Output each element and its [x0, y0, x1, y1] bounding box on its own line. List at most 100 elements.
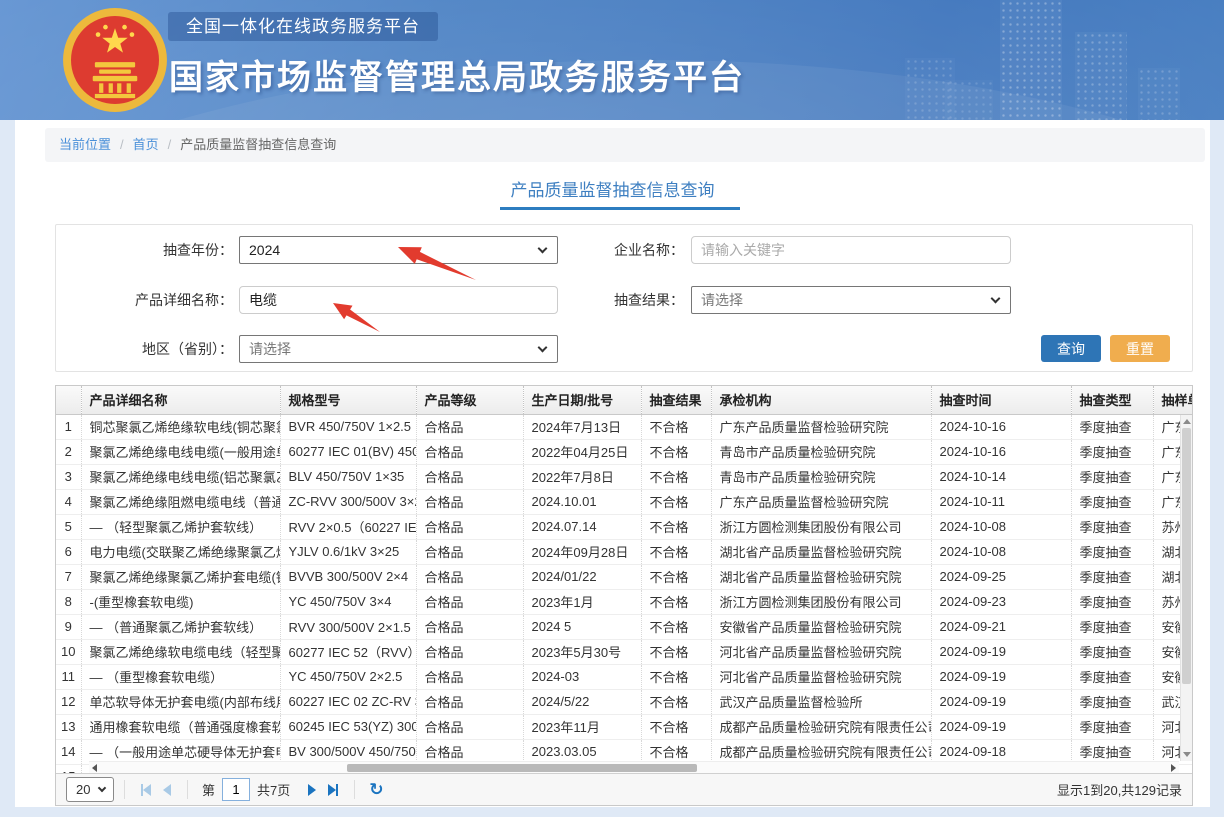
breadcrumb: 当前位置/首页/产品质量监督抽查信息查询 [45, 128, 1205, 162]
table-cell: 聚氯乙烯绝缘聚氯乙烯护套电缆(铜芯 [81, 564, 280, 589]
prev-page-button[interactable] [163, 784, 171, 796]
pager-divider [187, 780, 188, 799]
table-cell: BVVB 300/500V 2×4 [280, 564, 416, 589]
table-row[interactable]: 1铜芯聚氯乙烯绝缘软电线(铜芯聚氯乙BVR 450/750V 1×2.5合格品2… [56, 414, 1192, 439]
table-cell: 2024-10-08 [931, 514, 1071, 539]
building-decor [945, 80, 993, 120]
table-cell: 2024.10.01 [523, 489, 641, 514]
first-page-button[interactable] [141, 784, 151, 796]
table-cell: 13 [56, 714, 81, 739]
table-row[interactable]: 7聚氯乙烯绝缘聚氯乙烯护套电缆(铜芯BVVB 300/500V 2×4合格品20… [56, 564, 1192, 589]
table-cell: 7 [56, 564, 81, 589]
table-cell: 不合格 [641, 664, 711, 689]
table-header-cell: 抽查结果 [641, 386, 711, 414]
table-row[interactable]: 9— （普通聚氯乙烯护套软线）RVV 300/500V 2×1.5（合格品202… [56, 614, 1192, 639]
page-number-input[interactable] [222, 778, 250, 801]
table-cell: 季度抽查 [1071, 489, 1153, 514]
table-row[interactable]: 3聚氯乙烯绝缘电线电缆(铝芯聚氯乙烯BLV 450/750V 1×35合格品20… [56, 464, 1192, 489]
main-content: 当前位置/首页/产品质量监督抽查信息查询 产品质量监督抽查信息查询 抽查年份： … [15, 120, 1210, 807]
table-cell: 2024年09月28日 [523, 539, 641, 564]
table-cell: — （轻型聚氯乙烯护套软线） [81, 514, 280, 539]
scroll-up-icon[interactable] [1183, 419, 1191, 424]
table-row[interactable]: 5— （轻型聚氯乙烯护套软线）RVV 2×0.5（60227 IEC合格品202… [56, 514, 1192, 539]
table-row[interactable]: 4聚氯乙烯绝缘阻燃电缆电线（普通聚ZC-RVV 300/500V 3×2合格品2… [56, 489, 1192, 514]
year-label: 抽查年份： [56, 236, 233, 264]
table-cell: 电力电缆(交联聚乙烯绝缘聚氯乙烯护 [81, 539, 280, 564]
table-row[interactable]: 2聚氯乙烯绝缘电线电缆(一般用途单芯60277 IEC 01(BV) 450/合… [56, 439, 1192, 464]
vertical-scrollbar-thumb[interactable] [1182, 428, 1191, 684]
table-cell: 合格品 [416, 689, 523, 714]
table-header-cell: 抽查时间 [931, 386, 1071, 414]
scroll-left-icon[interactable] [92, 764, 97, 772]
table-header-row: 产品详细名称规格型号产品等级生产日期/批号抽查结果承检机构抽查时间抽查类型抽样单… [56, 386, 1192, 414]
scroll-right-icon[interactable] [1171, 764, 1176, 772]
table-cell: 2024-09-25 [931, 564, 1071, 589]
table-cell: 4 [56, 489, 81, 514]
chevron-down-icon [98, 784, 106, 792]
table-row[interactable]: 12单芯软导体无护套电缆(内部布线用导60227 IEC 02 ZC-RV 30… [56, 689, 1192, 714]
table-cell: 广东产品质量监督检验研究院 [711, 489, 931, 514]
table-cell: RVV 2×0.5（60227 IEC [280, 514, 416, 539]
table-cell: — （普通聚氯乙烯护套软线） [81, 614, 280, 639]
region-select[interactable]: 请选择 [239, 335, 558, 363]
last-page-button[interactable] [328, 784, 338, 796]
pager-divider [124, 780, 125, 799]
table-header-cell: 产品详细名称 [81, 386, 280, 414]
breadcrumb-separator: / [168, 137, 172, 152]
table-cell: 2024-09-19 [931, 664, 1071, 689]
vertical-scrollbar[interactable] [1180, 415, 1192, 761]
table-cell: 合格品 [416, 439, 523, 464]
result-select-value: 请选择 [701, 292, 743, 308]
table-cell: 青岛市产品质量检验研究院 [711, 464, 931, 489]
table-cell: 季度抽查 [1071, 689, 1153, 714]
table-cell: YC 450/750V 3×4 [280, 589, 416, 614]
table-cell: 浙江方圆检测集团股份有限公司 [711, 514, 931, 539]
table-cell: 安徽省产品质量监督检验研究院 [711, 614, 931, 639]
table-row[interactable]: 10聚氯乙烯绝缘软电缆电线（轻型聚氯乙60277 IEC 52（RVV） 3合格… [56, 639, 1192, 664]
table-cell: 2024/01/22 [523, 564, 641, 589]
table-cell: 浙江方圆检测集团股份有限公司 [711, 589, 931, 614]
table-cell: 2022年7月8日 [523, 464, 641, 489]
table-cell: 2024/5/22 [523, 689, 641, 714]
pagination-bar: 20 第 共7页 ↻ 显示1到20,共129记录 [56, 773, 1192, 805]
chevron-down-icon [991, 294, 1001, 304]
table-cell: 通用橡套软电缆（普通强度橡套软线) [81, 714, 280, 739]
table-row[interactable]: 11— （重型橡套软电缆）YC 450/750V 2×2.5合格品2024-03… [56, 664, 1192, 689]
horizontal-scrollbar-thumb[interactable] [347, 764, 697, 772]
next-page-button[interactable] [308, 784, 316, 796]
table-cell: 季度抽查 [1071, 539, 1153, 564]
refresh-icon[interactable]: ↻ [369, 781, 383, 798]
total-pages-label: 共7页 [257, 780, 290, 799]
table-cell: 2024-09-19 [931, 639, 1071, 664]
breadcrumb-home-link[interactable]: 首页 [133, 137, 159, 152]
table-cell: 不合格 [641, 439, 711, 464]
table-header-cell: 抽查类型 [1071, 386, 1153, 414]
table-header-cell: 生产日期/批号 [523, 386, 641, 414]
table-cell: 2 [56, 439, 81, 464]
chevron-down-icon [538, 343, 548, 353]
table-row[interactable]: 13通用橡套软电缆（普通强度橡套软线)60245 IEC 53(YZ) 300/… [56, 714, 1192, 739]
region-label: 地区（省别）： [56, 335, 233, 363]
table-cell: 季度抽查 [1071, 714, 1153, 739]
breadcrumb-separator: / [120, 137, 124, 152]
table-row[interactable]: 6电力电缆(交联聚乙烯绝缘聚氯乙烯护YJLV 0.6/1kV 3×25合格品20… [56, 539, 1192, 564]
table-viewport: 产品详细名称规格型号产品等级生产日期/批号抽查结果承检机构抽查时间抽查类型抽样单… [56, 386, 1192, 774]
table-cell: 2023年1月 [523, 589, 641, 614]
table-cell: 2024-10-16 [931, 414, 1071, 439]
year-select-value: 2024 [249, 242, 280, 258]
table-row[interactable]: 8-(重型橡套软电缆)YC 450/750V 3×4合格品2023年1月不合格浙… [56, 589, 1192, 614]
table-cell: 2024-09-19 [931, 689, 1071, 714]
table-cell: 季度抽查 [1071, 464, 1153, 489]
page-size-select[interactable]: 20 [66, 777, 114, 802]
table-cell: 不合格 [641, 614, 711, 639]
reset-button[interactable]: 重置 [1110, 335, 1170, 362]
result-select[interactable]: 请选择 [691, 286, 1011, 314]
company-input[interactable] [691, 236, 1011, 264]
table-cell: 14 [56, 739, 81, 764]
search-form: 抽查年份： 2024 企业名称： 产品详细名称： 抽查结果： 请选择 地区（省别… [55, 224, 1193, 372]
query-button[interactable]: 查询 [1041, 335, 1101, 362]
table-cell: 60227 IEC 02 ZC-RV 30 [280, 689, 416, 714]
table-cell: 6 [56, 539, 81, 564]
scroll-down-icon[interactable] [1183, 752, 1191, 757]
breadcrumb-current-location[interactable]: 当前位置 [59, 137, 111, 152]
